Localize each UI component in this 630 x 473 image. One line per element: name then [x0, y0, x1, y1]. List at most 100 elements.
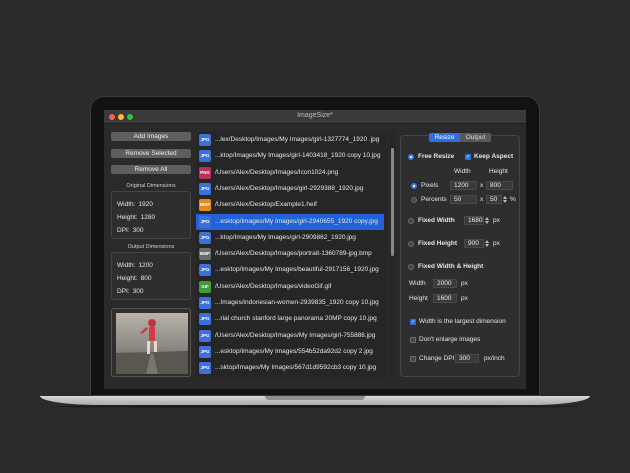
file-list-item[interactable]: JPG/Users/Alex/Desktop/Images/girl-29293… [196, 181, 384, 197]
file-list-item[interactable]: JPG ...Images/indonesian-women-2939835_19… [196, 295, 384, 311]
file-type-icon: JPG [199, 150, 211, 163]
dont-enlarge-checkbox[interactable] [410, 337, 416, 343]
largest-dimension-label: Width is the largest dimension [419, 318, 506, 325]
fixed-width-unit: px [493, 217, 500, 224]
wh-width-label: Width [409, 280, 426, 287]
wh-height-unit: px [461, 295, 468, 302]
file-list-item[interactable]: JPG ...ktop/Images/My Images/girl-2909862… [196, 230, 384, 246]
laptop-notch [265, 396, 365, 400]
pixels-width-input[interactable]: 1200 [450, 181, 477, 190]
free-resize-label: Free Resize [418, 153, 455, 160]
scrollbar-thumb[interactable] [391, 148, 394, 256]
file-path: /Users/Alex/Desktop/Images/girl-2929388_… [215, 184, 364, 192]
percents-unit: % [510, 196, 516, 203]
original-dimensions-title: Original Dimensions [126, 183, 176, 189]
fixed-width-stepper[interactable] [485, 216, 490, 225]
original-height-row: Height: 1280 [117, 214, 156, 221]
largest-dimension-checkbox[interactable]: ✓ [410, 319, 416, 325]
file-path: ...rial church stanford large panorama 2… [215, 315, 377, 323]
percents-width-input[interactable]: 50 [450, 195, 477, 204]
file-type-icon: BMP [199, 248, 211, 261]
tab-resize[interactable]: Resize [429, 133, 460, 142]
wh-height-input[interactable]: 1600 [433, 294, 457, 303]
title-bar: ImageSize* [104, 110, 526, 124]
file-list-item[interactable]: HEIF/Users/Alex/Desktop/Example1.heif [196, 197, 384, 213]
file-path: ...esktop/Images/My Images/554b52da92d2 … [215, 347, 373, 355]
file-path: /Users/Alex/Desktop/Images/My Images/gir… [215, 331, 376, 339]
file-type-icon: PNG [199, 166, 211, 179]
add-images-button[interactable]: Add Images [111, 132, 191, 141]
dpi-unit: px/inch [484, 355, 505, 362]
file-type-icon: JPG [199, 345, 211, 358]
file-path: ...esktop/Images/My Images/beautiful-291… [215, 266, 379, 274]
fixed-width-input[interactable]: 1680 [464, 216, 484, 225]
percents-height-input[interactable]: 50 [486, 195, 502, 204]
fixed-width-height-label: Fixed Width & Height [418, 263, 484, 270]
file-type-icon: JPG [199, 329, 211, 342]
original-dpi-row: DPI: 300 [117, 227, 144, 234]
remove-all-button[interactable]: Remove All [111, 165, 191, 174]
file-list-item[interactable]: PNG/Users/Alex/Desktop/Images/Icon1024.p… [196, 165, 384, 181]
image-preview [111, 308, 191, 377]
file-list-item[interactable]: JPG ...esktop/Images/My Images/girl-29406… [196, 213, 384, 230]
file-list-item[interactable]: JPG ...lex/Desktop/Images/My Images/girl-… [196, 132, 384, 148]
tab-control: Resize Output [429, 133, 491, 142]
change-dpi-checkbox[interactable] [410, 356, 416, 362]
remove-selected-button[interactable]: Remove Selected [111, 149, 191, 158]
file-type-icon: GIF [199, 280, 211, 293]
file-list-item[interactable]: JPG ...ktop/Images/My Images/girl-1403418… [196, 148, 384, 164]
percents-x-label: x [480, 196, 484, 203]
wh-width-unit: px [461, 280, 468, 287]
file-path: /Users/Alex/Desktop/Images/portrait-1360… [215, 250, 372, 258]
keep-aspect-checkbox[interactable]: ✓ [465, 154, 471, 160]
file-path: ...esktop/Images/My Images/girl-2940655_… [215, 217, 378, 225]
laptop-shadow [50, 405, 580, 408]
dpi-input[interactable]: 300 [455, 354, 479, 363]
file-path: ...lex/Desktop/Images/My Images/girl-132… [215, 136, 380, 143]
file-path: /Users/Alex/Desktop/Images/Icon1024.png [215, 168, 339, 176]
percents-stepper[interactable] [503, 195, 508, 204]
file-list-item[interactable]: GIF/Users/Alex/Desktop/Images/videoGif.g… [196, 279, 384, 295]
output-height-row: Height: 800 [117, 275, 152, 282]
fixed-width-radio[interactable] [408, 218, 414, 224]
tab-output[interactable]: Output [460, 133, 491, 142]
pixels-height-input[interactable]: 800 [486, 181, 513, 190]
file-list[interactable]: JPG ...lex/Desktop/Images/My Images/girl-… [196, 132, 388, 377]
file-path: ...ktop/Images/My Images/girl-2909862_19… [215, 233, 356, 241]
fixed-height-input[interactable]: 900 [464, 239, 484, 248]
percents-radio[interactable] [411, 197, 417, 203]
preview-photo [116, 313, 188, 374]
file-list-scrollbar[interactable] [390, 132, 395, 377]
file-path: /Users/Alex/Desktop/Example1.heif [215, 201, 317, 209]
fixed-height-unit: px [493, 240, 500, 247]
file-type-icon: JPG [199, 231, 211, 244]
file-type-icon: JPG [199, 297, 211, 309]
change-dpi-label: Change DPI [419, 355, 455, 362]
file-list-item[interactable]: JPG ...sktop/Images/My Images/567d1d9592c… [196, 360, 384, 376]
fixed-height-stepper[interactable] [485, 239, 490, 248]
pixels-x-label: x [480, 182, 484, 189]
fixed-width-height-radio[interactable] [408, 264, 414, 270]
free-resize-radio[interactable] [408, 154, 414, 160]
wh-width-input[interactable]: 2000 [433, 279, 457, 288]
file-list-item[interactable]: BMP/Users/Alex/Desktop/Images/portrait-1… [196, 246, 384, 262]
file-list-item[interactable]: JPG ...esktop/Images/My Images/554b52da92… [196, 344, 384, 360]
output-dimensions-title: Output Dimensions [127, 244, 175, 250]
file-type-icon: HEIF [199, 199, 211, 212]
width-column-header: Width [454, 168, 471, 175]
output-dimensions-box: Width: 1200 Height: 800 DPI: 300 [111, 252, 191, 300]
file-list-item[interactable]: JPG ...rial church stanford large panoram… [196, 311, 384, 327]
file-list-item[interactable]: JPG/Users/Alex/Desktop/Images/My Images/… [196, 328, 384, 344]
app-window: ImageSize* Add Images Remove Selected Re… [104, 110, 526, 389]
file-type-icon: JPG [199, 264, 211, 277]
pixels-radio[interactable] [411, 183, 417, 189]
file-type-icon: JPG [199, 182, 211, 195]
output-width-row: Width: 1200 [117, 262, 153, 269]
fixed-width-label: Fixed Width [418, 217, 455, 224]
height-column-header: Height [489, 168, 508, 175]
keep-aspect-label: Keep Aspect [474, 153, 514, 160]
fixed-height-radio[interactable] [408, 241, 414, 247]
window-title: ImageSize* [297, 112, 333, 119]
file-path: ...ktop/Images/My Images/girl-1403418_19… [215, 152, 381, 160]
file-list-item[interactable]: JPG ...esktop/Images/My Images/beautiful-… [196, 262, 384, 278]
